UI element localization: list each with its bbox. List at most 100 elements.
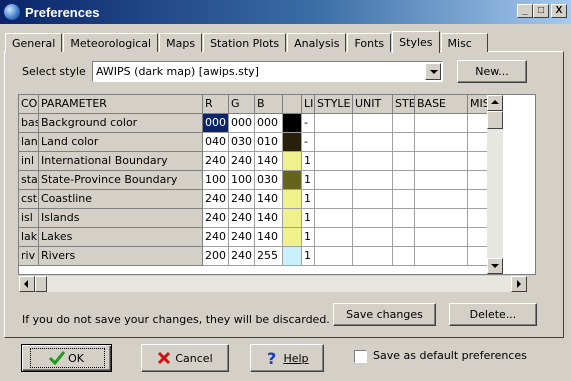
- parameter[interactable]: Land color: [39, 133, 203, 152]
- ste-cell[interactable]: [393, 114, 415, 133]
- default-preferences-checkbox[interactable]: [354, 350, 367, 363]
- base-cell[interactable]: [415, 171, 468, 190]
- scroll-thumb[interactable]: [35, 276, 47, 292]
- style-dropdown[interactable]: AWIPS (dark map) [awips.sty]: [92, 61, 443, 82]
- base-cell[interactable]: [415, 190, 468, 209]
- g-value[interactable]: 240: [229, 152, 255, 171]
- parameter[interactable]: Background color: [39, 114, 203, 133]
- ste-cell[interactable]: [393, 228, 415, 247]
- chevron-down-icon[interactable]: [425, 63, 441, 80]
- parameter[interactable]: Lakes: [39, 228, 203, 247]
- parameter[interactable]: State-Province Boundary: [39, 171, 203, 190]
- cancel-button[interactable]: Cancel: [141, 344, 229, 372]
- column-header[interactable]: STE: [393, 95, 415, 114]
- close-button[interactable]: X: [551, 4, 567, 18]
- base-cell[interactable]: [415, 247, 468, 266]
- unit-cell[interactable]: [353, 247, 393, 266]
- column-header[interactable]: R: [203, 95, 229, 114]
- unit-cell[interactable]: [353, 209, 393, 228]
- unit-cell[interactable]: [353, 133, 393, 152]
- line-width[interactable]: 1: [302, 209, 315, 228]
- save-changes-button[interactable]: Save changes: [333, 303, 436, 326]
- column-header[interactable]: CODE: [19, 95, 39, 114]
- default-preferences-label[interactable]: Save as default preferences: [373, 349, 527, 362]
- title-bar[interactable]: Preferences _ □ X: [0, 0, 571, 24]
- r-value[interactable]: 000: [203, 114, 229, 133]
- parameter[interactable]: Islands: [39, 209, 203, 228]
- ok-button[interactable]: OK: [21, 344, 112, 372]
- r-value[interactable]: 240: [203, 152, 229, 171]
- ste-cell[interactable]: [393, 247, 415, 266]
- unit-cell[interactable]: [353, 114, 393, 133]
- column-header[interactable]: UNIT: [353, 95, 393, 114]
- column-header[interactable]: LIN: [302, 95, 315, 114]
- g-value[interactable]: 000: [229, 114, 255, 133]
- r-value[interactable]: 200: [203, 247, 229, 266]
- base-cell[interactable]: [415, 228, 468, 247]
- column-header[interactable]: B: [255, 95, 283, 114]
- style-cell[interactable]: [315, 209, 353, 228]
- g-value[interactable]: 100: [229, 171, 255, 190]
- line-width[interactable]: 1: [302, 171, 315, 190]
- b-value[interactable]: 140: [255, 228, 283, 247]
- code[interactable]: sta: [19, 171, 39, 190]
- b-value[interactable]: 030: [255, 171, 283, 190]
- scroll-left-icon[interactable]: [19, 276, 35, 292]
- scroll-right-icon[interactable]: [511, 276, 527, 292]
- g-value[interactable]: 030: [229, 133, 255, 152]
- tab-maps[interactable]: Maps: [159, 33, 203, 52]
- code[interactable]: bas: [19, 114, 39, 133]
- line-width[interactable]: 1: [302, 152, 315, 171]
- new-style-button[interactable]: New...: [457, 60, 527, 83]
- unit-cell[interactable]: [353, 190, 393, 209]
- base-cell[interactable]: [415, 114, 468, 133]
- code[interactable]: lak: [19, 228, 39, 247]
- style-cell[interactable]: [315, 114, 353, 133]
- minimize-button[interactable]: _: [517, 4, 533, 18]
- code[interactable]: lan: [19, 133, 39, 152]
- table-row[interactable]: cst Coastline 240 240 140 1: [19, 190, 535, 209]
- style-cell[interactable]: [315, 171, 353, 190]
- r-value[interactable]: 100: [203, 171, 229, 190]
- g-value[interactable]: 240: [229, 209, 255, 228]
- b-value[interactable]: 140: [255, 209, 283, 228]
- b-value[interactable]: 000: [255, 114, 283, 133]
- b-value[interactable]: 140: [255, 152, 283, 171]
- scroll-down-icon[interactable]: [487, 258, 503, 274]
- table-row[interactable]: bas Background color 000 000 000-: [19, 114, 535, 133]
- line-width[interactable]: 1: [302, 190, 315, 209]
- table-row[interactable]: sta State-Province Boundary 100 100 030 1: [19, 171, 535, 190]
- code[interactable]: cst: [19, 190, 39, 209]
- r-value[interactable]: 040: [203, 133, 229, 152]
- b-value[interactable]: 010: [255, 133, 283, 152]
- base-cell[interactable]: [415, 209, 468, 228]
- b-value[interactable]: 255: [255, 247, 283, 266]
- table-horizontal-scrollbar[interactable]: [19, 276, 527, 292]
- style-cell[interactable]: [315, 247, 353, 266]
- ste-cell[interactable]: [393, 152, 415, 171]
- parameter[interactable]: Coastline: [39, 190, 203, 209]
- delete-button[interactable]: Delete...: [449, 303, 537, 326]
- tab-styles[interactable]: Styles: [392, 31, 440, 53]
- ste-cell[interactable]: [393, 190, 415, 209]
- help-button[interactable]: ? Help: [250, 344, 324, 372]
- line-width[interactable]: -: [302, 114, 315, 133]
- tab-station-plots[interactable]: Station Plots: [203, 33, 287, 52]
- style-cell[interactable]: [315, 133, 353, 152]
- table-row[interactable]: lan Land color 040 030 010-: [19, 133, 535, 152]
- scroll-up-icon[interactable]: [487, 95, 503, 111]
- unit-cell[interactable]: [353, 228, 393, 247]
- tab-fonts[interactable]: Fonts: [347, 33, 392, 52]
- style-cell[interactable]: [315, 190, 353, 209]
- parameter[interactable]: International Boundary: [39, 152, 203, 171]
- g-value[interactable]: 240: [229, 247, 255, 266]
- table-row[interactable]: isl Islands 240 240 140 1: [19, 209, 535, 228]
- ste-cell[interactable]: [393, 209, 415, 228]
- base-cell[interactable]: [415, 152, 468, 171]
- column-header[interactable]: [283, 95, 302, 114]
- unit-cell[interactable]: [353, 171, 393, 190]
- line-width[interactable]: 1: [302, 228, 315, 247]
- ste-cell[interactable]: [393, 171, 415, 190]
- tab-misc[interactable]: Misc: [440, 33, 488, 52]
- table-row[interactable]: inl International Boundary 240 240 140 1: [19, 152, 535, 171]
